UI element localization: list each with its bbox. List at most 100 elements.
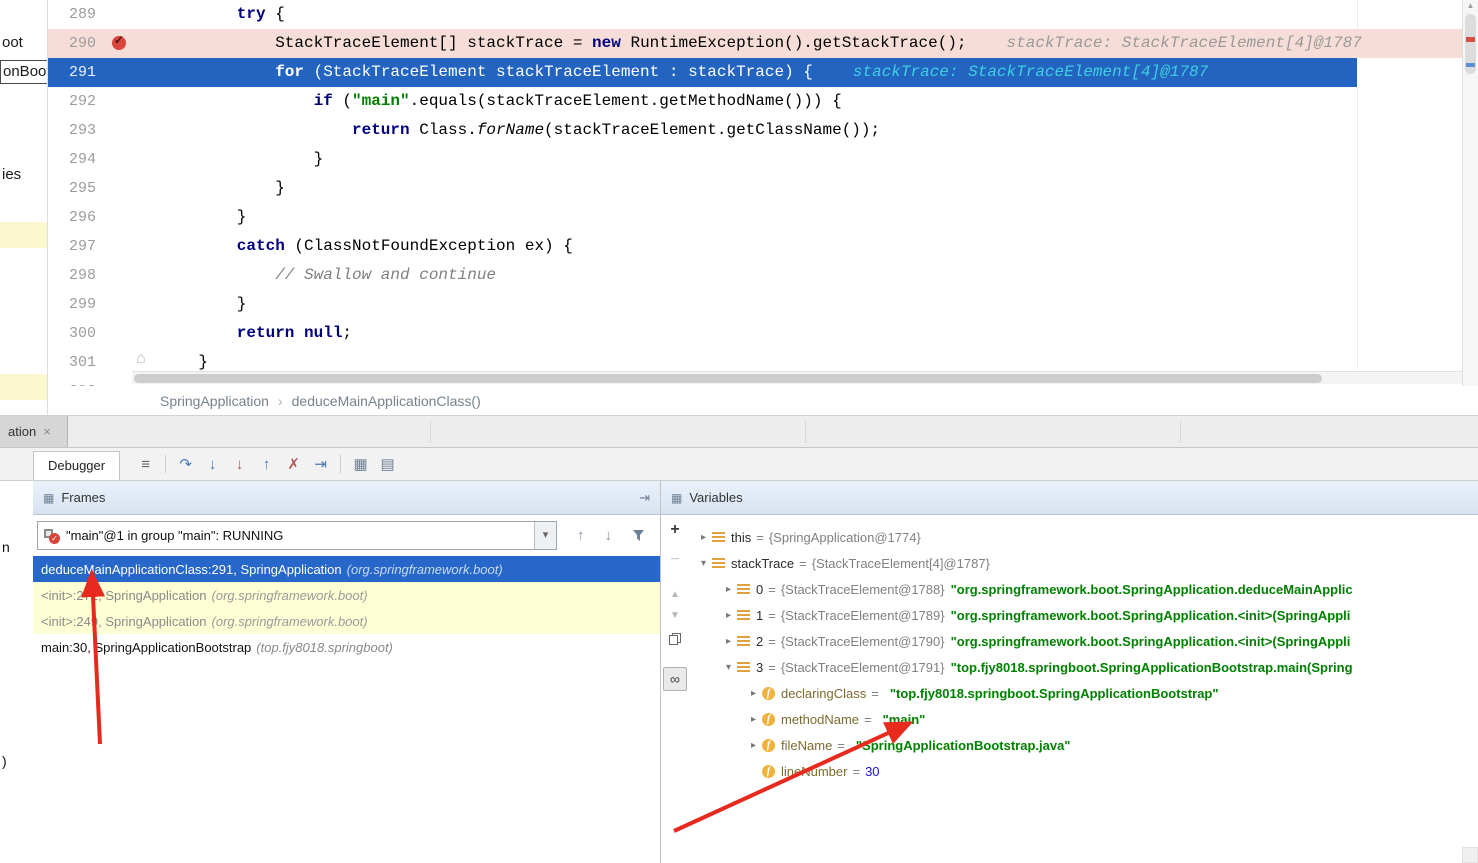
line-number[interactable]: 300 — [48, 319, 96, 348]
project-item-fragment-selected[interactable]: onBoot — [0, 60, 48, 84]
line-number[interactable]: 292 — [48, 87, 96, 116]
code-line[interactable]: 300return null; — [48, 319, 1462, 348]
field-icon: f — [762, 687, 775, 700]
line-number[interactable]: 291 — [48, 58, 96, 87]
project-item-fragment[interactable]: ies — [2, 166, 21, 183]
variable-row[interactable]: ▾3={StackTraceElement@1791}"top.fjy8018.… — [689, 654, 1478, 680]
code-line[interactable]: 293return Class.forName(stackTraceElemen… — [48, 116, 1462, 145]
line-number[interactable]: 294 — [48, 145, 96, 174]
frame-marker-icon: ⌂ — [136, 350, 146, 368]
chevron-right-icon[interactable]: ▸ — [695, 532, 712, 543]
variable-row[interactable]: ▾stackTrace={StackTraceElement[4]@1787} — [689, 550, 1478, 576]
rail-fragment: ) — [2, 753, 7, 769]
tab-debugger[interactable]: Debugger — [33, 451, 120, 480]
move-down-icon[interactable]: ▼ — [670, 610, 680, 621]
step-out-icon[interactable]: ↑ — [253, 456, 280, 473]
line-number[interactable]: 302 — [48, 377, 96, 386]
chevron-right-icon[interactable]: ▸ — [720, 610, 737, 621]
run-to-cursor-icon[interactable]: ⇥ — [307, 455, 334, 473]
chevron-down-icon[interactable]: ▾ — [720, 662, 737, 673]
code-line[interactable]: 298// Swallow and continue — [48, 261, 1462, 290]
panel-options-icon[interactable]: ⇥ — [639, 490, 650, 506]
variable-row[interactable]: ▸this={SpringApplication@1774} — [689, 524, 1478, 550]
duplicate-icon[interactable] — [669, 633, 681, 645]
chevron-right-icon[interactable]: ▸ — [720, 636, 737, 647]
scrollbar-thumb[interactable] — [134, 374, 1322, 383]
project-item-fragment[interactable]: oot — [2, 34, 23, 51]
breakpoint-stripe-mark[interactable] — [1466, 37, 1475, 42]
code-line[interactable]: 299} — [48, 290, 1462, 319]
code-line[interactable]: 296} — [48, 203, 1462, 232]
highlight-row — [0, 222, 48, 248]
variable-row[interactable]: ▸fdeclaringClass="top.fjy8018.springboot… — [689, 680, 1478, 706]
breakpoint-icon[interactable] — [112, 36, 126, 50]
line-number[interactable]: 290 — [48, 29, 96, 58]
breadcrumb-item-class[interactable]: SpringApplication — [160, 393, 269, 409]
layout-settings-icon[interactable]: ▤ — [374, 455, 401, 473]
code-line[interactable]: 297catch (ClassNotFoundException ex) { — [48, 232, 1462, 261]
code-text: if ("main".equals(stackTraceElement.getM… — [160, 87, 1462, 116]
code-text: StackTraceElement[] stackTrace = new Run… — [160, 29, 1462, 58]
chevron-right-icon[interactable]: ▸ — [745, 740, 762, 751]
line-number[interactable]: 289 — [48, 0, 96, 29]
chevron-right-icon[interactable]: ▸ — [720, 584, 737, 595]
remove-icon[interactable]: − — [670, 551, 679, 569]
execution-stripe-mark[interactable] — [1466, 63, 1475, 67]
line-number[interactable]: 301 — [48, 348, 96, 377]
chevron-right-icon[interactable]: ▸ — [745, 714, 762, 725]
add-icon[interactable]: + — [670, 521, 679, 539]
frame-down-icon[interactable]: ↓ — [605, 528, 613, 543]
frame-row[interactable]: <init>:271, SpringApplication(org.spring… — [33, 582, 660, 608]
code-line[interactable]: 291for (StackTraceElement stackTraceElem… — [48, 58, 1462, 87]
frame-row[interactable]: <init>:249, SpringApplication(org.spring… — [33, 608, 660, 634]
variable-row[interactable]: ▸ffileName="SpringApplicationBootstrap.j… — [689, 732, 1478, 758]
editor-horizontal-scrollbar[interactable] — [132, 371, 1462, 384]
code-line[interactable]: 290 StackTraceElement[] stackTrace = new … — [48, 29, 1462, 58]
move-up-icon[interactable]: ▲ — [670, 589, 680, 600]
variable-row[interactable]: ▸2={StackTraceElement@1790}"org.springfr… — [689, 628, 1478, 654]
chevron-down-icon[interactable]: ▾ — [534, 522, 556, 549]
drop-frame-icon[interactable]: ✗ — [280, 455, 307, 473]
variable-row[interactable]: ▸0={StackTraceElement@1788}"org.springfr… — [689, 576, 1478, 602]
filter-icon[interactable] — [632, 529, 645, 542]
breadcrumb-item-method[interactable]: deduceMainApplicationClass() — [292, 393, 481, 409]
step-over-icon[interactable]: ↷ — [172, 455, 199, 473]
tab-separator — [430, 420, 431, 443]
close-icon[interactable]: × — [43, 424, 51, 439]
code-token: return — [352, 121, 410, 139]
line-number[interactable]: 293 — [48, 116, 96, 145]
variable-row[interactable]: ▸fmethodName="main" — [689, 706, 1478, 732]
variable-row[interactable]: ▸1={StackTraceElement@1789}"org.springfr… — [689, 602, 1478, 628]
editor-vertical-scrollbar[interactable]: ▲ — [1462, 0, 1478, 386]
code-token: } — [198, 353, 208, 371]
frame-up-icon[interactable]: ↑ — [577, 528, 585, 543]
scroll-up-arrow-icon[interactable]: ▲ — [1463, 1, 1478, 10]
variable-row[interactable]: flineNumber=30 — [689, 758, 1478, 784]
gutter-slot — [96, 58, 160, 87]
code-line[interactable]: 294} — [48, 145, 1462, 174]
force-step-into-icon[interactable]: ↓ — [226, 456, 253, 473]
code-line[interactable]: 295} — [48, 174, 1462, 203]
line-number[interactable]: 299 — [48, 290, 96, 319]
variable-reference: {StackTraceElement@1791} — [781, 660, 945, 675]
line-number[interactable]: 298 — [48, 261, 96, 290]
evaluate-expression-icon[interactable]: ▦ — [347, 455, 374, 473]
line-number[interactable]: 296 — [48, 203, 96, 232]
watches-toggle-icon[interactable]: ∞ — [663, 667, 687, 691]
code-line[interactable]: 289try { — [48, 0, 1462, 29]
tab-partial[interactable]: ation × — [0, 416, 68, 447]
chevron-right-icon[interactable]: ▸ — [745, 688, 762, 699]
frames-side-icons: ↑↓ — [557, 528, 645, 543]
gutter-slot — [96, 116, 160, 145]
line-number[interactable]: 295 — [48, 174, 96, 203]
chevron-down-icon[interactable]: ▾ — [695, 558, 712, 569]
line-number[interactable]: 297 — [48, 232, 96, 261]
menu-icon[interactable]: ≡ — [132, 456, 159, 473]
code-editor[interactable]: 289try {290 StackTraceElement[] stackTrac… — [48, 0, 1462, 386]
variables-panel-title: Variables — [689, 490, 742, 505]
thread-selector-dropdown[interactable]: ✓ "main"@1 in group "main": RUNNING ▾ — [37, 521, 557, 550]
frame-row[interactable]: main:30, SpringApplicationBootstrap(top.… — [33, 634, 660, 660]
code-line[interactable]: 292 if ("main".equals(stackTraceElement.g… — [48, 87, 1462, 116]
step-into-icon[interactable]: ↓ — [199, 456, 226, 473]
frame-row[interactable]: deduceMainApplicationClass:291, SpringAp… — [33, 556, 660, 582]
